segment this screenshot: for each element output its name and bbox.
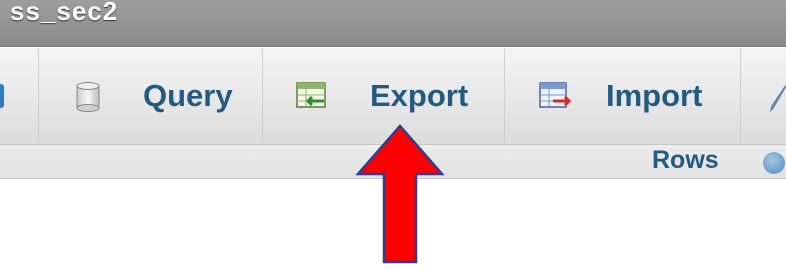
import-table-icon xyxy=(539,82,572,115)
info-icon[interactable] xyxy=(763,152,785,174)
title-bar: ss_sec2 xyxy=(0,0,786,47)
tab-import[interactable]: Import xyxy=(504,48,741,144)
export-table-icon xyxy=(296,82,328,115)
tab-query[interactable]: Query xyxy=(38,48,263,144)
tab-query-label: Query xyxy=(143,78,233,113)
tab-partial-right[interactable] xyxy=(740,48,786,144)
tab-import-label: Import xyxy=(606,78,703,113)
database-cylinder-icon xyxy=(76,82,100,117)
window-title: ss_sec2 xyxy=(10,0,119,26)
rows-column-header[interactable]: Rows xyxy=(652,146,719,175)
pencil-icon xyxy=(769,82,786,117)
red-arrow-annotation xyxy=(355,124,445,269)
tab-partial[interactable] xyxy=(0,48,38,144)
tab-export-label: Export xyxy=(370,78,469,113)
partial-tab-icon xyxy=(0,84,4,108)
